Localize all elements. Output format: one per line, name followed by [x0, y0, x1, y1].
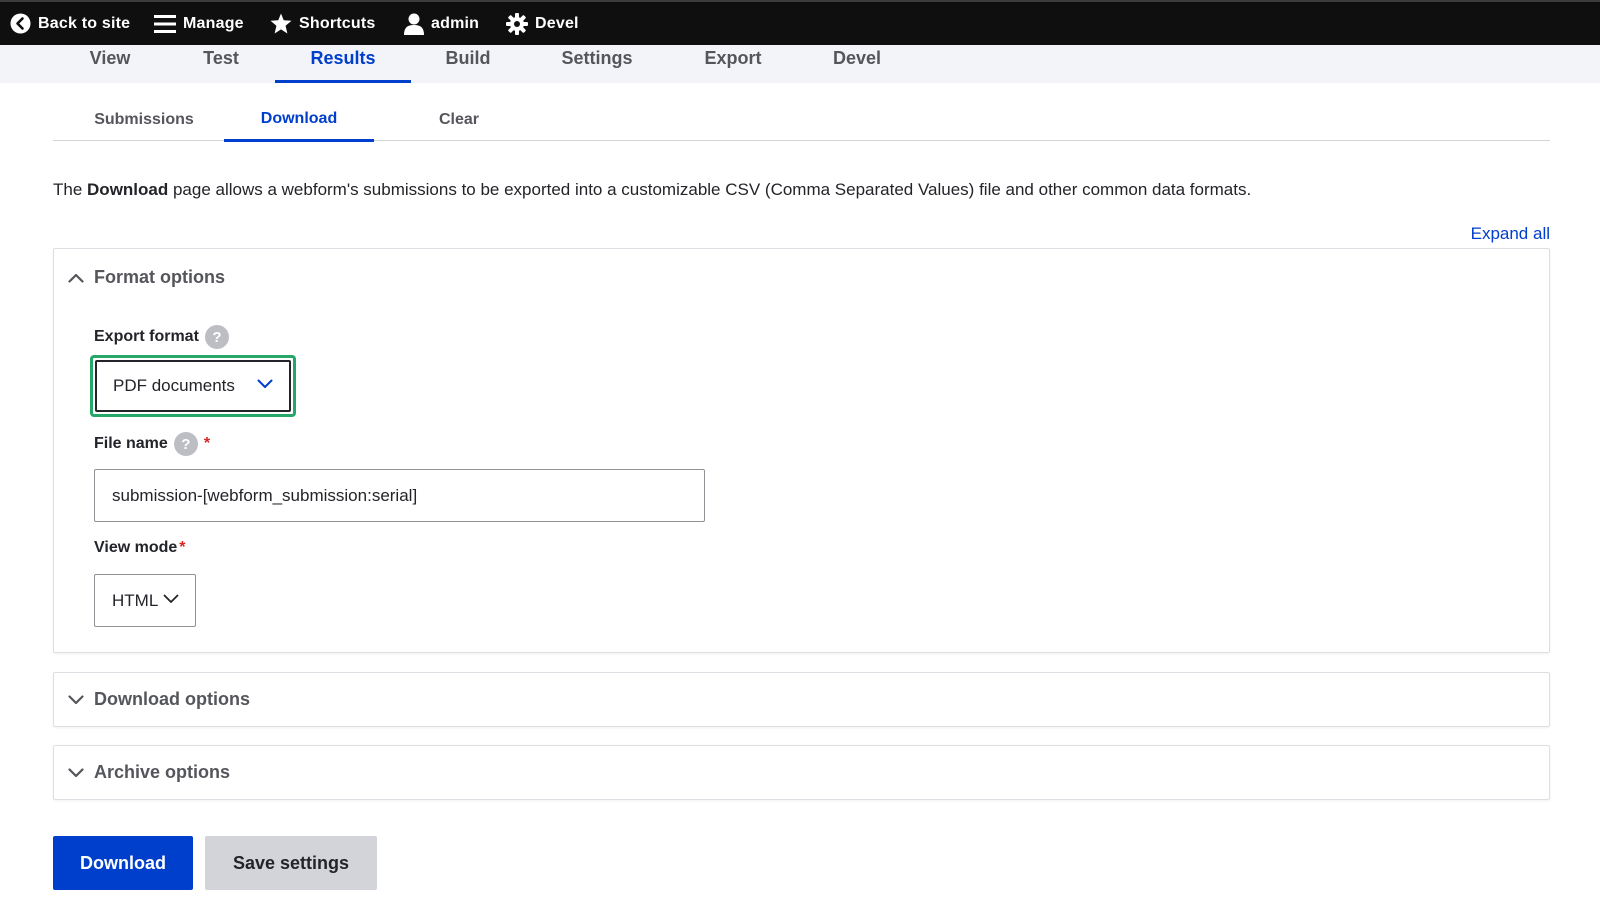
format-options-fieldset: Format options Export format ? PDF docum…: [53, 248, 1550, 653]
export-format-label-text: Export format: [94, 328, 199, 345]
view-mode-select[interactable]: HTML: [94, 574, 196, 627]
format-options-title: Format options: [94, 267, 225, 287]
file-name-label: File name ? *: [94, 432, 210, 456]
devel-menu[interactable]: Devel: [506, 2, 579, 45]
chevron-down-icon: [68, 694, 84, 704]
secondary-tabs: Submissions Download Clear: [53, 98, 1550, 142]
file-name-input[interactable]: submission-[webform_submission:serial]: [94, 469, 705, 522]
chevron-down-icon: [257, 379, 273, 388]
description-bold: Download: [87, 180, 169, 199]
star-icon: [270, 13, 292, 34]
download-options-title: Download options: [94, 689, 250, 709]
file-name-help-icon[interactable]: ?: [173, 432, 198, 456]
primary-tabs: View Test Results Build Settings Export …: [0, 45, 1600, 83]
download-options-summary[interactable]: Download options: [68, 689, 250, 710]
user-icon: [404, 13, 424, 35]
expand-all-link[interactable]: Expand all: [1471, 224, 1550, 244]
shortcuts-menu[interactable]: Shortcuts: [270, 2, 375, 45]
description-suffix: page allows a webform's submissions to b…: [168, 180, 1252, 199]
description-prefix: The: [53, 180, 88, 199]
chevron-up-icon: [68, 273, 84, 283]
tab-clear[interactable]: Clear: [409, 98, 509, 141]
back-to-site-link[interactable]: Back to site: [10, 2, 130, 45]
tab-view[interactable]: View: [70, 45, 150, 83]
back-to-site-label: Back to site: [38, 14, 131, 32]
archive-options-title: Archive options: [94, 762, 231, 782]
gear-icon: [506, 12, 528, 35]
tab-results[interactable]: Results: [275, 45, 411, 83]
archive-options-fieldset: Archive options: [53, 745, 1550, 800]
download-button[interactable]: Download: [53, 836, 193, 890]
tab-build[interactable]: Build: [428, 45, 508, 83]
tab-devel[interactable]: Devel: [812, 45, 902, 83]
shortcuts-label: Shortcuts: [299, 14, 376, 32]
page-description: The Download page allows a webform's sub…: [53, 180, 1251, 200]
user-menu[interactable]: admin: [404, 2, 479, 45]
format-options-summary[interactable]: Format options: [68, 267, 225, 288]
export-format-value: PDF documents: [113, 376, 235, 395]
tab-export[interactable]: Export: [688, 45, 778, 83]
chevron-down-icon: [163, 594, 179, 603]
required-marker: *: [203, 435, 211, 452]
archive-options-summary[interactable]: Archive options: [68, 762, 230, 783]
save-settings-button[interactable]: Save settings: [205, 836, 377, 890]
manage-label: Manage: [183, 14, 244, 32]
export-format-focus-ring: PDF documents: [90, 355, 296, 417]
hamburger-icon: [154, 14, 176, 34]
export-format-select[interactable]: PDF documents: [95, 360, 291, 412]
view-mode-label: View mode *: [94, 539, 186, 557]
file-name-label-text: File name: [94, 435, 168, 452]
required-marker: *: [179, 539, 186, 556]
tab-settings[interactable]: Settings: [547, 45, 647, 83]
tab-download[interactable]: Download: [224, 98, 374, 142]
manage-menu[interactable]: Manage: [154, 2, 244, 45]
export-format-help-icon[interactable]: ?: [204, 325, 229, 349]
download-options-fieldset: Download options: [53, 672, 1550, 727]
tab-test[interactable]: Test: [181, 45, 261, 83]
view-mode-label-text: View mode: [94, 539, 178, 556]
devel-label: Devel: [535, 14, 579, 32]
admin-toolbar: Back to site Manage Shortcuts admin Deve…: [0, 0, 1600, 45]
chevron-down-icon: [68, 767, 84, 777]
back-arrow-icon: [10, 13, 31, 34]
admin-label: admin: [431, 14, 480, 32]
export-format-label: Export format ?: [94, 325, 229, 349]
view-mode-value: HTML: [112, 590, 159, 610]
tab-submissions[interactable]: Submissions: [69, 98, 219, 141]
